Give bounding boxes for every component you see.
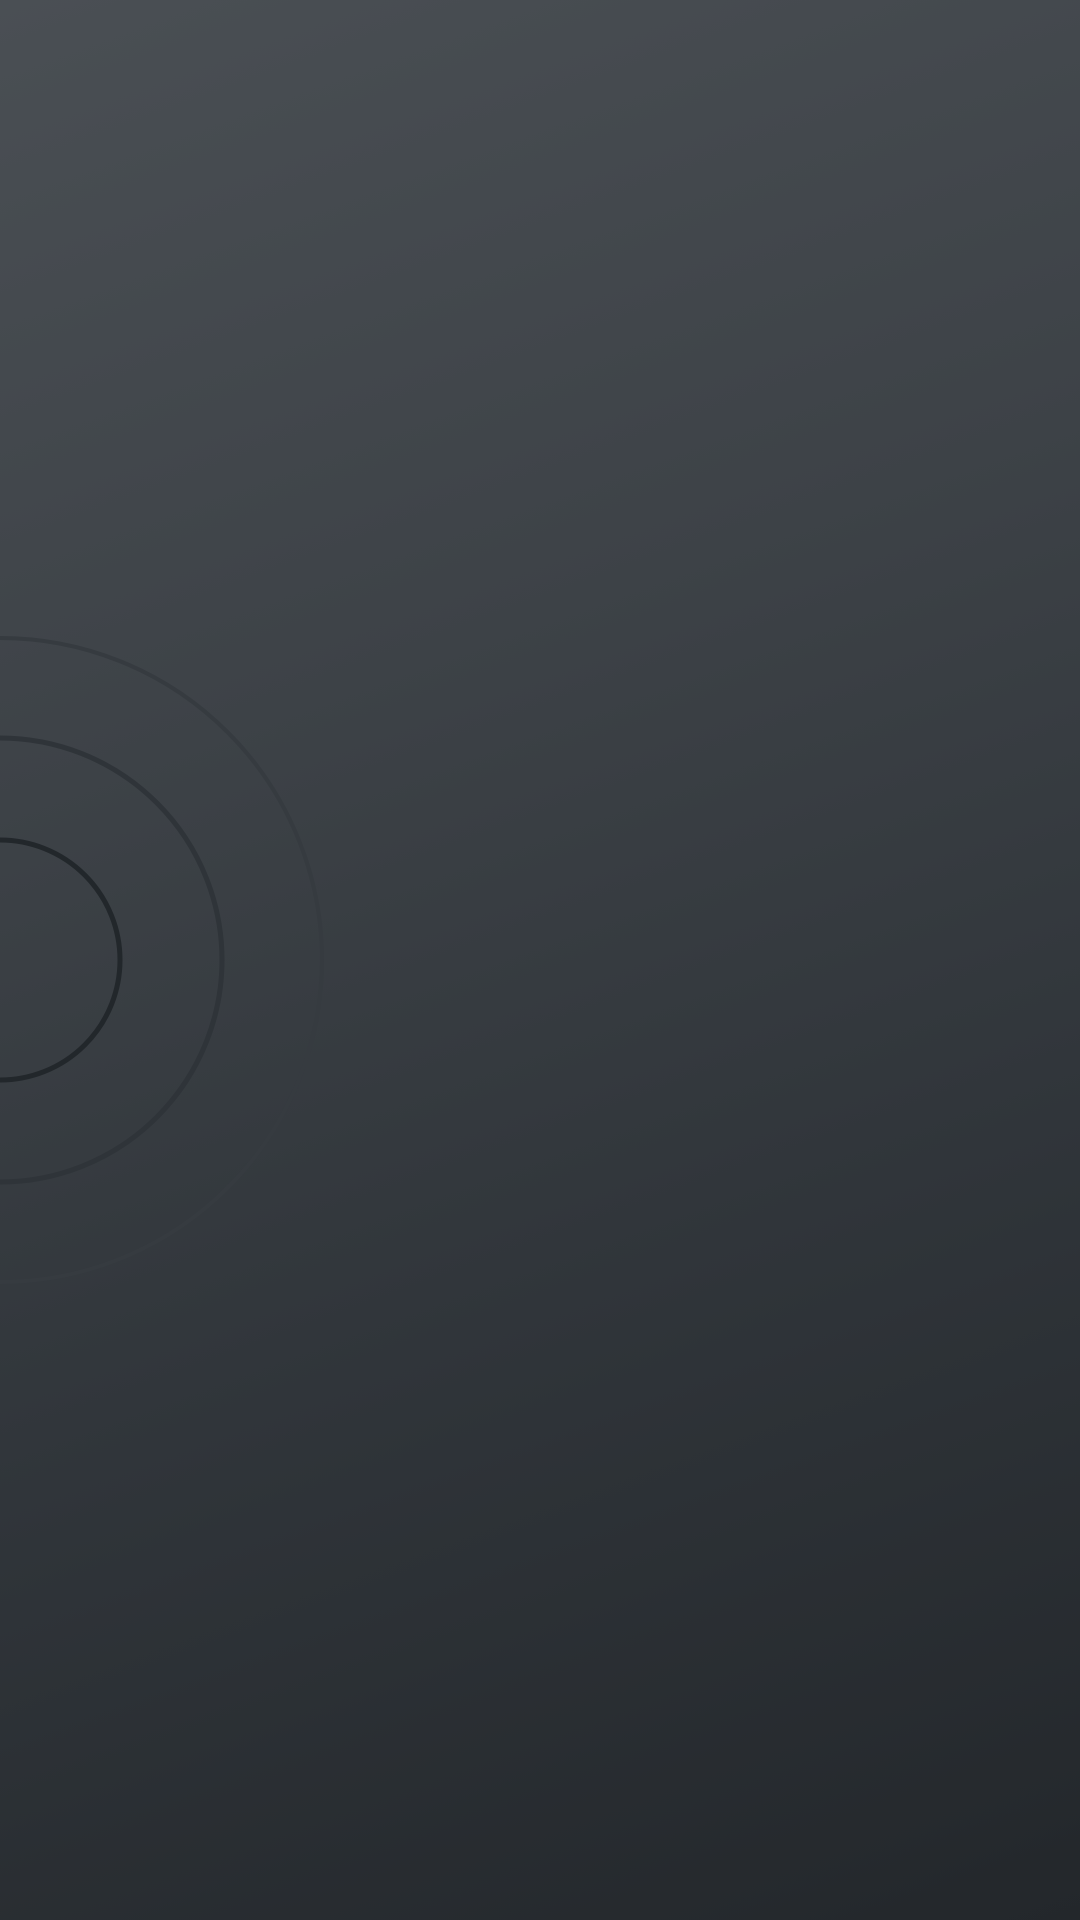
- ring-middle: [0, 735, 225, 1185]
- wallpaper-screen: [0, 0, 1080, 1920]
- ring-outer: [0, 636, 324, 1284]
- concentric-rings-graphic: [0, 636, 324, 1284]
- ring-inner: [0, 837, 123, 1083]
